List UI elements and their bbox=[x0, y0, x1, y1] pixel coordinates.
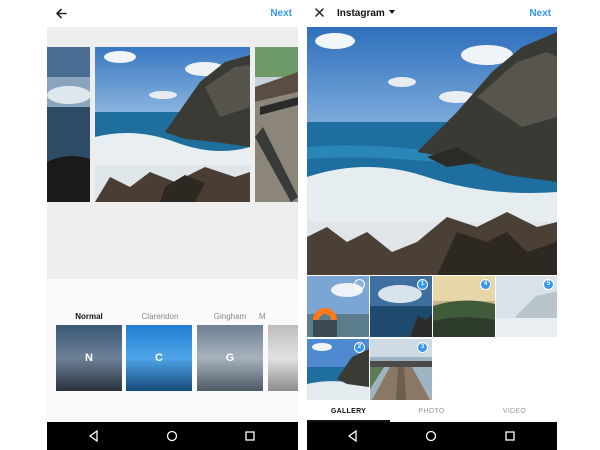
selection-indicator[interactable]: 2 bbox=[354, 342, 365, 353]
filter-label-gingham: Gingham bbox=[213, 312, 247, 321]
source-tabs: GALLERY PHOTO VIDEO bbox=[307, 402, 557, 422]
close-icon bbox=[315, 8, 324, 17]
selection-indicator[interactable]: 4 bbox=[480, 279, 491, 290]
gallery-thumb[interactable]: 3 bbox=[370, 339, 432, 400]
filter-thumb-clarendon[interactable]: C bbox=[126, 325, 192, 391]
next-button[interactable]: Next bbox=[270, 0, 292, 27]
filter-thumb-normal[interactable]: N bbox=[56, 325, 122, 391]
square-recents-icon[interactable] bbox=[243, 429, 257, 443]
carousel-photo-current[interactable] bbox=[95, 47, 250, 202]
filter-thumb-gingham[interactable]: G bbox=[197, 325, 263, 391]
selection-indicator[interactable]: 1 bbox=[417, 279, 428, 290]
square-recents-icon[interactable] bbox=[503, 429, 517, 443]
filter-label-normal: Normal bbox=[75, 312, 103, 321]
arrow-left-icon bbox=[56, 8, 67, 19]
filter-letter: N bbox=[85, 352, 93, 364]
selection-indicator[interactable] bbox=[354, 279, 365, 290]
selected-photo-preview[interactable] bbox=[307, 27, 557, 275]
android-nav-bar bbox=[307, 422, 557, 450]
gallery-thumb[interactable]: 5 bbox=[496, 276, 557, 337]
android-nav-bar bbox=[47, 422, 298, 450]
selection-indicator[interactable]: 5 bbox=[543, 279, 554, 290]
tab-gallery[interactable]: GALLERY bbox=[307, 402, 390, 422]
album-dropdown[interactable]: Instagram bbox=[337, 0, 395, 27]
filter-screen: Next Normal Clarendon Gingham M N C G bbox=[47, 0, 298, 450]
tab-video[interactable]: VIDEO bbox=[473, 402, 556, 422]
filter-label-partial: M bbox=[259, 312, 266, 321]
gallery-screen: Instagram Next 1 4 5 2 3 GALLERY PHOTO V… bbox=[307, 0, 557, 450]
back-button[interactable] bbox=[55, 0, 67, 27]
caret-down-icon bbox=[388, 10, 395, 14]
carousel-photo-previous[interactable] bbox=[47, 47, 90, 202]
gallery-thumb[interactable]: 2 bbox=[307, 339, 369, 400]
gallery-thumb[interactable]: 1 bbox=[370, 276, 432, 337]
filter-letter: G bbox=[225, 352, 235, 364]
triangle-back-icon[interactable] bbox=[346, 429, 360, 443]
filter-label-clarendon: Clarendon bbox=[141, 312, 179, 321]
triangle-back-icon[interactable] bbox=[87, 429, 101, 443]
filter-letter: C bbox=[155, 352, 163, 364]
selection-indicator[interactable]: 3 bbox=[417, 342, 428, 353]
gallery-thumb[interactable]: 4 bbox=[433, 276, 495, 337]
top-bar: Instagram Next bbox=[307, 0, 557, 27]
top-bar: Next bbox=[47, 0, 298, 28]
album-title: Instagram bbox=[337, 8, 385, 19]
carousel-photo-next[interactable] bbox=[255, 47, 298, 202]
filter-thumb-partial[interactable] bbox=[268, 325, 298, 391]
circle-home-icon[interactable] bbox=[424, 429, 438, 443]
tab-photo[interactable]: PHOTO bbox=[390, 402, 473, 422]
close-button[interactable] bbox=[314, 0, 325, 27]
gallery-thumb[interactable] bbox=[307, 276, 369, 337]
circle-home-icon[interactable] bbox=[165, 429, 179, 443]
next-button[interactable]: Next bbox=[529, 0, 551, 27]
